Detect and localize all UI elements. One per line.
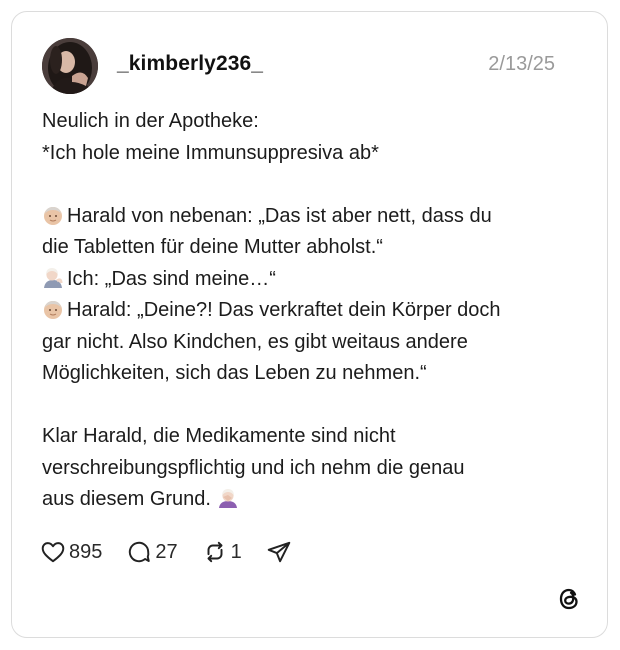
repost-button[interactable]: 1 — [202, 539, 242, 565]
text-line: die Tabletten für deine Mutter abholst.“ — [42, 236, 383, 258]
text-line: aus diesem Grund. — [42, 488, 211, 510]
text-line: Ich: „Das sind meine…“ — [67, 267, 276, 290]
text-line: Harald: „Deine?! Das verkraftet dein Kör… — [67, 299, 501, 321]
profile-photo — [42, 38, 98, 94]
username[interactable]: _kimberly236_ — [117, 52, 263, 76]
post-text: Neulich in der Apotheke: *Ich hole meine… — [42, 106, 587, 516]
old-man-emoji — [44, 301, 62, 319]
repost-icon — [207, 541, 223, 563]
text-line: Klar Harald, die Medikamente sind nicht — [42, 425, 396, 447]
like-button[interactable]: 895 — [40, 539, 102, 565]
old-man-emoji — [44, 206, 62, 225]
text-line: Neulich in der Apotheke: — [42, 110, 259, 132]
reply-count: 27 — [155, 540, 178, 563]
text-line — [42, 390, 587, 422]
text-line: verschreibungspflichtig und ich nehm die… — [42, 456, 465, 479]
text-line-harald-1: Harald von nebenan: „Das ist aber nett, … — [42, 201, 587, 233]
like-count: 895 — [69, 540, 103, 563]
share-button[interactable] — [266, 539, 292, 565]
post-card: _kimberly236_ 2/13/25 Neulich in der Apo… — [11, 11, 608, 638]
reply-button[interactable]: 27 — [126, 539, 178, 565]
action-bar: 895 27 1 — [40, 537, 316, 567]
text-line-last: aus diesem Grund. — [42, 484, 587, 516]
send-icon — [267, 541, 291, 563]
comment-icon — [129, 541, 151, 563]
text-line: gar nicht. Also Kindchen, es gibt weitau… — [42, 330, 468, 353]
text-line: *Ich hole meine Immunsuppresiva ab* — [42, 141, 379, 164]
threads-logo-icon — [555, 585, 583, 613]
heart-icon — [41, 542, 65, 563]
post-date: 2/13/25 — [488, 53, 555, 75]
woman-facepalming-emoji — [218, 489, 237, 508]
text-line: Möglichkeiten, sich das Leben zu nehmen.… — [42, 362, 427, 384]
avatar[interactable] — [42, 38, 98, 94]
text-line: Harald von nebenan: „Das ist aber nett, … — [67, 204, 492, 227]
text-line — [42, 169, 587, 201]
repost-count: 1 — [230, 540, 242, 563]
text-line-me: Ich: „Das sind meine…“ — [42, 264, 587, 296]
woman-tipping-hand-emoji — [44, 267, 63, 288]
text-line-harald-2: Harald: „Deine?! Das verkraftet dein Kör… — [42, 295, 587, 327]
